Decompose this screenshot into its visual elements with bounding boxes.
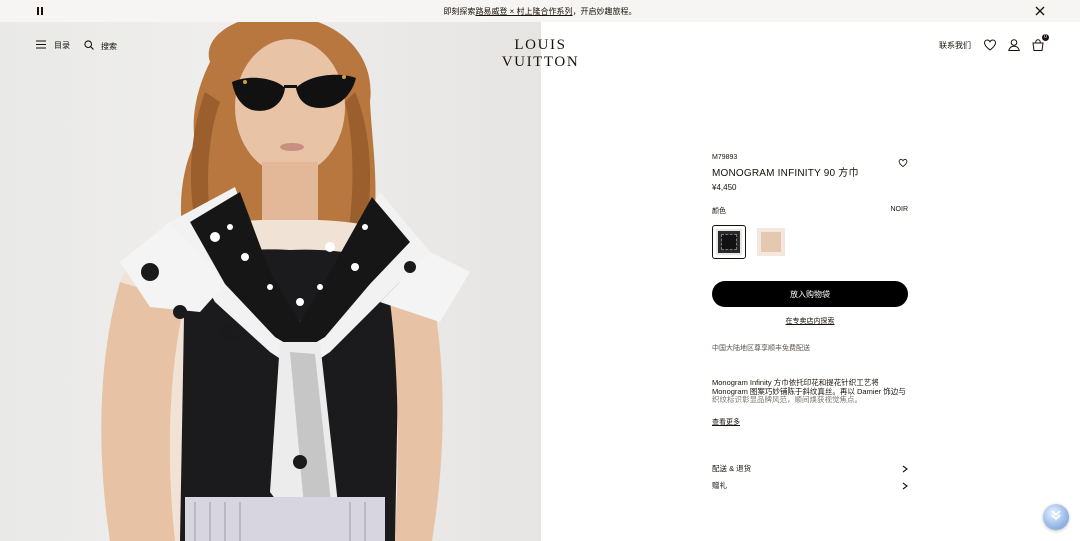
product-description: Monogram Infinity 方巾依托印花和提花针织工艺将 Monogra… (712, 378, 908, 405)
link-label: 赠礼 (712, 481, 727, 490)
gifting-link[interactable]: 赠礼 (712, 480, 908, 492)
header-actions: 联系我们 0 (939, 34, 1049, 52)
color-row: 颜色 NOIR (712, 206, 908, 216)
contact-link[interactable]: 联系我们 (939, 40, 971, 51)
chevron-right-icon (902, 465, 908, 473)
add-to-bag-button[interactable]: 放入购物袋 (712, 281, 908, 307)
product-price: ¥4,450 (712, 183, 737, 192)
brand-logo[interactable]: LOUIS VUITTON (478, 37, 603, 71)
bag-count-badge: 0 (1042, 34, 1049, 41)
description-line: 织纹标识彰显品牌风范，顺间焕获视觉焦点。 (712, 395, 862, 404)
shipping-note: 中国大陆地区尊享顺丰免费配送 (712, 345, 810, 352)
account-icon[interactable] (1007, 38, 1021, 52)
color-swatches (712, 225, 908, 259)
close-icon[interactable] (1034, 5, 1046, 17)
add-to-wishlist-icon[interactable] (898, 155, 908, 168)
search-icon (84, 40, 94, 52)
search-button[interactable]: 搜索 (84, 40, 117, 52)
scroll-down-button[interactable] (1043, 504, 1069, 530)
pause-icon[interactable] (36, 7, 44, 15)
menu-button[interactable]: 目录 (36, 40, 70, 51)
product-panel: M79893 MONOGRAM INFINITY 90 方巾 ¥4,450 颜色… (712, 150, 908, 492)
product-image (0, 22, 541, 541)
hamburger-icon (36, 40, 46, 51)
color-label: 颜色 (712, 208, 726, 215)
shopping-bag-icon[interactable]: 0 (1031, 34, 1049, 52)
product-name: MONOGRAM INFINITY 90 方巾 (712, 168, 859, 179)
announcement-link[interactable]: 路易威登 × 村上隆合作系列 (475, 7, 572, 16)
find-in-store-link[interactable]: 在专卖店内探索 (712, 316, 908, 326)
wishlist-icon[interactable] (983, 38, 997, 52)
menu-label: 目录 (54, 41, 70, 50)
search-label: 搜索 (101, 41, 117, 51)
swatch-noir[interactable] (712, 225, 746, 259)
announcement-text: 即刻探索路易威登 × 村上隆合作系列，开启妙趣旅程。 (443, 6, 637, 16)
read-more-link[interactable]: 查看更多 (712, 417, 908, 427)
link-label: 配送 & 退货 (712, 464, 752, 473)
swatch-beige[interactable] (754, 225, 788, 259)
product-sku: M79893 (712, 154, 738, 161)
shipping-returns-link[interactable]: 配送 & 退货 (712, 463, 908, 475)
color-value: NOIR (890, 206, 909, 213)
double-chevron-down-icon (1049, 508, 1063, 527)
chevron-right-icon (902, 482, 908, 490)
announcement-bar: 即刻探索路易威登 × 村上隆合作系列，开启妙趣旅程。 (0, 0, 1080, 22)
site-header: 目录 搜索 LOUIS VUITTON 联系我们 0 (0, 22, 1080, 70)
